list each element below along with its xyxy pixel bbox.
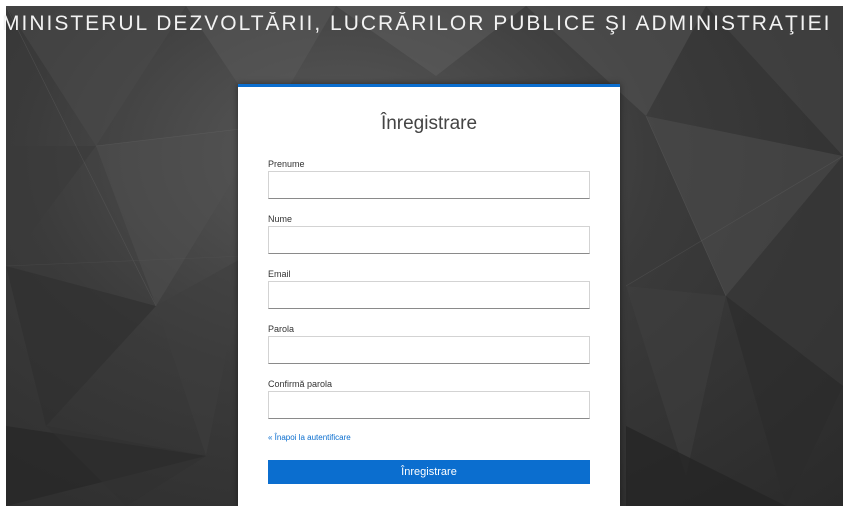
confirm-password-label: Confirmă parola xyxy=(268,379,333,389)
password-label: Parola xyxy=(268,324,295,334)
password-input[interactable] xyxy=(268,336,590,364)
back-to-login-link[interactable]: « Înapoi la autentificare xyxy=(268,433,351,442)
form-title: Înregistrare xyxy=(380,113,478,134)
last-name-input[interactable] xyxy=(268,226,590,254)
ministry-title: MINISTERUL DEZVOLTĂRII, LUCRĂRILOR PUBLI… xyxy=(2,12,832,35)
first-name-label: Prenume xyxy=(268,159,305,169)
last-name-label: Nume xyxy=(268,214,293,224)
first-name-input[interactable] xyxy=(268,171,590,199)
page: MINISTERUL DEZVOLTĂRII, LUCRĂRILOR PUBLI… xyxy=(0,0,843,506)
email-label: Email xyxy=(268,269,291,279)
registration-card: Înregistrare Prenume Nume Email Parola C… xyxy=(238,84,620,506)
register-button[interactable]: Înregistrare xyxy=(268,460,590,484)
email-input[interactable] xyxy=(268,281,590,309)
confirm-password-input[interactable] xyxy=(268,391,590,419)
